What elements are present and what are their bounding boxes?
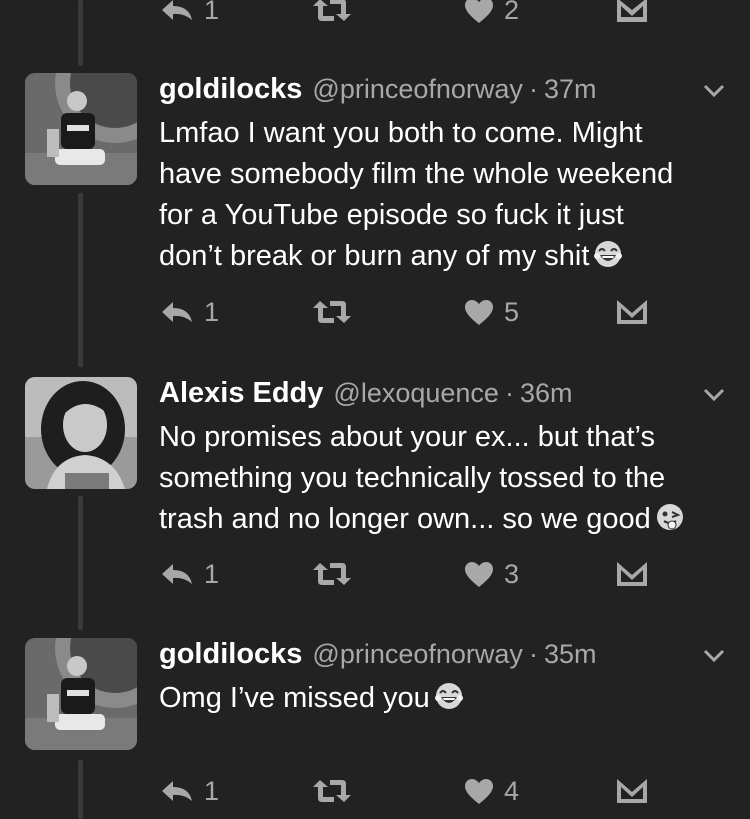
retweet-button[interactable]	[312, 771, 352, 811]
user-handle[interactable]: @princeofnorway	[312, 639, 523, 670]
chevron-down-icon[interactable]	[702, 644, 726, 668]
display-name[interactable]: goldilocks	[159, 73, 302, 106]
like-button[interactable]: 3	[464, 554, 519, 594]
heart-icon	[465, 0, 493, 23]
tweet-text: No promises about your ex... but that’s …	[159, 417, 719, 540]
heart-icon	[465, 778, 493, 804]
tweet-text-line: don’t break or burn any of my shit	[159, 240, 590, 272]
tears-of-joy-emoji	[594, 241, 623, 267]
tweet-text-line: for a YouTube episode so fuck it just	[159, 199, 624, 231]
direct-message-button[interactable]	[616, 771, 648, 811]
reply-button[interactable]: 1	[160, 771, 219, 811]
retweet-icon	[313, 563, 351, 585]
retweet-icon	[313, 0, 351, 21]
separator-dot: ·	[504, 378, 514, 408]
tweet-actions: 1 3	[158, 554, 658, 594]
timestamp[interactable]: 36m	[520, 378, 573, 409]
heart-icon	[465, 299, 493, 325]
separator-dot: ·	[528, 74, 538, 104]
like-button[interactable]: 2	[464, 0, 519, 30]
tweet-text-line: have somebody film the whole weekend	[159, 158, 674, 190]
reply-count: 1	[204, 296, 220, 327]
retweet-icon	[313, 780, 351, 802]
timestamp[interactable]: 37m	[544, 74, 597, 105]
previous-tweet-actions: 1 2	[158, 0, 658, 30]
tweet[interactable]: Alexis Eddy @lexoquence · 36m No promise…	[0, 377, 750, 607]
envelope-icon	[617, 300, 647, 324]
avatar[interactable]	[25, 638, 137, 750]
tweet-text-line: No promises about your ex... but that’s	[159, 421, 655, 453]
retweet-button[interactable]	[312, 292, 352, 332]
thread-line	[78, 0, 83, 66]
tweet-actions: 1 5	[158, 292, 658, 332]
tweet-header: Alexis Eddy @lexoquence · 36m	[159, 377, 572, 409]
like-count: 2	[504, 0, 520, 25]
reply-button[interactable]: 1	[160, 554, 219, 594]
envelope-icon	[617, 0, 647, 22]
display-name[interactable]: Alexis Eddy	[159, 377, 323, 410]
timestamp[interactable]: 35m	[544, 639, 597, 670]
chevron-down-icon[interactable]	[702, 383, 726, 407]
avatar[interactable]	[25, 73, 137, 185]
tweet[interactable]: goldilocks @princeofnorway · 35m Omg I’v…	[0, 638, 750, 819]
envelope-icon	[617, 779, 647, 803]
tweet-actions: 1 4	[158, 771, 658, 811]
reply-icon	[162, 0, 192, 20]
direct-message-button[interactable]	[616, 292, 648, 332]
reply-count: 1	[204, 775, 220, 806]
reply-count: 1	[204, 558, 220, 589]
heart-icon	[465, 561, 493, 587]
winking-tongue-emoji	[656, 504, 683, 530]
tweet-header: goldilocks @princeofnorway · 37m	[159, 73, 596, 105]
retweet-button[interactable]	[312, 554, 352, 594]
reply-button[interactable]: 1	[160, 0, 219, 30]
chevron-down-icon[interactable]	[702, 79, 726, 103]
like-count: 4	[504, 775, 520, 806]
like-count: 5	[504, 296, 520, 327]
tweet-text-line: trash and no longer own... so we good	[159, 503, 651, 535]
user-handle[interactable]: @lexoquence	[333, 378, 499, 409]
tweet-text: Omg I’ve missed you	[159, 678, 719, 719]
retweet-button[interactable]	[312, 0, 352, 30]
reply-count: 1	[204, 0, 220, 25]
retweet-icon	[313, 301, 351, 323]
like-button[interactable]: 4	[464, 771, 519, 811]
reply-icon	[162, 781, 192, 801]
direct-message-button[interactable]	[616, 554, 648, 594]
reply-icon	[162, 564, 192, 584]
reply-icon	[162, 302, 192, 322]
tweet[interactable]: goldilocks @princeofnorway · 37m Lmfao I…	[0, 73, 750, 343]
direct-message-button[interactable]	[616, 0, 648, 30]
tweet-text-line: Omg I’ve missed you	[159, 682, 430, 714]
envelope-icon	[617, 562, 647, 586]
avatar[interactable]	[25, 377, 137, 489]
tweet-text-line: something you technically tossed to the	[159, 462, 666, 494]
like-count: 3	[504, 558, 520, 589]
user-handle[interactable]: @princeofnorway	[312, 74, 523, 105]
display-name[interactable]: goldilocks	[159, 638, 302, 671]
separator-dot: ·	[528, 639, 538, 669]
tweet-text: Lmfao I want you both to come. Might hav…	[159, 113, 719, 277]
like-button[interactable]: 5	[464, 292, 519, 332]
tears-of-joy-emoji	[434, 683, 463, 709]
tweet-text-line: Lmfao I want you both to come. Might	[159, 117, 643, 149]
reply-button[interactable]: 1	[160, 292, 219, 332]
tweet-header: goldilocks @princeofnorway · 35m	[159, 638, 596, 670]
